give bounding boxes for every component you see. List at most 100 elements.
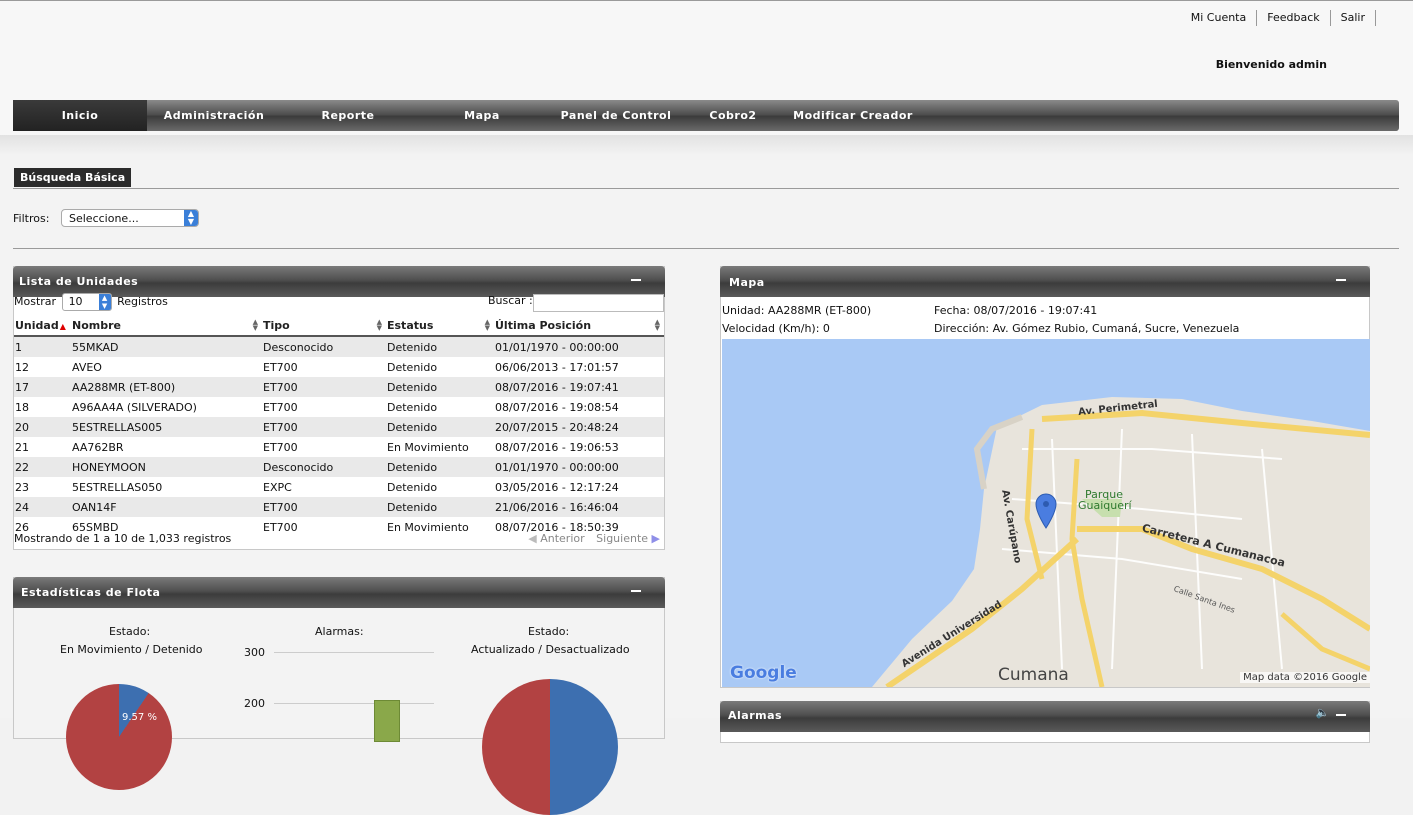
units-panel-title: Lista de Unidades — [19, 275, 139, 288]
stats-panel-title: Estadísticas de Flota — [21, 586, 161, 599]
cell-tipo: Desconocido — [262, 336, 386, 357]
cell-tipo: ET700 — [262, 357, 386, 377]
cell-ultima-posicion: 20/07/2015 - 20:48:24 — [494, 417, 664, 437]
cell-estatus: En Movimiento — [386, 437, 494, 457]
page-size-select[interactable]: 10 ▲ ▼ — [61, 293, 112, 311]
cell-unidad: 20 — [14, 417, 71, 437]
cell-estatus: Detenido — [386, 417, 494, 437]
cell-nombre: HONEYMOON — [71, 457, 262, 477]
minimize-icon[interactable] — [631, 590, 641, 592]
table-row[interactable]: 22 HONEYMOON Desconocido Detenido 01/01/1970… — [14, 457, 664, 477]
cell-ultima-posicion: 01/01/1970 - 00:00:00 — [494, 336, 664, 357]
feedback-link[interactable]: Feedback — [1257, 10, 1331, 26]
cell-nombre: 5ESTRELLAS050 — [71, 477, 262, 497]
cell-ultima-posicion: 01/01/1970 - 00:00:00 — [494, 457, 664, 477]
cell-nombre: 5ESTRELLAS005 — [71, 417, 262, 437]
cell-estatus: Detenido — [386, 457, 494, 477]
cell-estatus: Detenido — [386, 336, 494, 357]
alarms-panel-header: Alarmas 🔈 — [720, 701, 1370, 732]
table-row[interactable]: 17 AA288MR (ET-800) ET700 Detenido 08/07/201… — [14, 377, 664, 397]
alarms-panel-title: Alarmas — [728, 709, 783, 722]
alarms-chart-title: Alarmas: — [315, 625, 364, 638]
show-label: Mostrar — [14, 295, 57, 308]
table-row[interactable]: 24 OAN14F ET700 Detenido 21/06/2016 - 16:46:… — [14, 497, 664, 517]
cell-ultima-posicion: 08/07/2016 - 19:06:53 — [494, 437, 664, 457]
cell-nombre: AVEO — [71, 357, 262, 377]
stats-panel: Estadísticas de Flota Estado: En Movimie… — [13, 577, 665, 815]
tab-busqueda-basica[interactable]: Búsqueda Básica — [14, 168, 132, 187]
filters-select[interactable]: Seleccione... ▲ ▼ — [61, 209, 199, 227]
gridline — [274, 652, 434, 653]
cell-nombre: 55MKAD — [71, 336, 262, 357]
cell-tipo: ET700 — [262, 437, 386, 457]
cell-unidad: 17 — [14, 377, 71, 397]
nav-panel-de-control[interactable]: Panel de Control — [549, 100, 683, 131]
main-nav: Inicio Administración Reporte Mapa Panel… — [13, 100, 1399, 131]
table-row[interactable]: 1 55MKAD Desconocido Detenido 01/01/1970 - 0… — [14, 336, 664, 357]
cell-ultima-posicion: 21/06/2016 - 16:46:04 — [494, 497, 664, 517]
col-tipo[interactable]: Tipo ▲ ▼ — [262, 316, 386, 337]
cell-tipo: Desconocido — [262, 457, 386, 477]
table-row[interactable]: 12 AVEO ET700 Detenido 06/06/2013 - 17:01:57 — [14, 357, 664, 377]
table-row[interactable]: 18 A96AA4A (SILVERADO) ET700 Detenido 08/07/… — [14, 397, 664, 417]
map-label-parque: Parque Guaiquerí — [1078, 488, 1132, 512]
search-label: Buscar : — [488, 294, 533, 307]
nav-modificar-creador[interactable]: Modificar Creador — [783, 100, 923, 131]
nav-mapa[interactable]: Mapa — [415, 100, 549, 131]
col-ultima-posicion[interactable]: Última Posición ▲ ▼ — [494, 316, 664, 337]
chevron-updown-icon: ▲ ▼ — [98, 294, 111, 310]
minimize-icon[interactable] — [1336, 279, 1346, 281]
cell-estatus: Detenido — [386, 397, 494, 417]
col-unidad[interactable]: Unidad▲ — [14, 316, 71, 337]
nav-reporte[interactable]: Reporte — [281, 100, 415, 131]
next-button[interactable]: Siguiente — [596, 532, 648, 545]
cell-unidad: 1 — [14, 336, 71, 357]
cell-unidad: 18 — [14, 397, 71, 417]
units-panel: Lista de Unidades Mostrar 10 ▲ ▼ Registro… — [13, 266, 665, 550]
mi-cuenta-link[interactable]: Mi Cuenta — [1181, 10, 1258, 26]
map-panel: Mapa Unidad: AA288MR (ET-800) Fecha: 08/… — [720, 266, 1370, 688]
sort-icon: ▲ ▼ — [654, 318, 660, 332]
map-attribution: Map data ©2016 Google — [1240, 672, 1370, 683]
filters-label: Filtros: — [13, 212, 50, 225]
salir-link[interactable]: Salir — [1331, 10, 1376, 26]
table-row[interactable]: 21 AA762BR ET700 En Movimiento 08/07/2016 - … — [14, 437, 664, 457]
page-size-control: Mostrar 10 ▲ ▼ Registros — [14, 293, 168, 311]
sound-icon[interactable]: 🔈 — [1316, 706, 1330, 719]
stats-panel-header: Estadísticas de Flota — [13, 577, 665, 608]
col-estatus[interactable]: Estatus ▲ ▼ — [386, 316, 494, 337]
account-links: Mi Cuenta Feedback Salir — [1181, 10, 1376, 26]
estado1-title: Estado: — [109, 625, 151, 638]
nav-administracion[interactable]: Administración — [147, 100, 281, 131]
estado2-title: Estado: — [528, 625, 570, 638]
records-label: Registros — [117, 295, 168, 308]
cell-tipo: ET700 — [262, 497, 386, 517]
minimize-icon[interactable] — [631, 279, 641, 281]
y-tick-200: 200 — [244, 697, 265, 710]
filters-select-value: Seleccione... — [69, 212, 139, 225]
welcome-text: Bienvenido admin — [1215, 58, 1327, 71]
cell-unidad: 22 — [14, 457, 71, 477]
map-date: Fecha: 08/07/2016 - 19:07:41 — [934, 304, 1098, 317]
nav-inicio[interactable]: Inicio — [13, 100, 147, 131]
cell-ultima-posicion: 06/06/2013 - 17:01:57 — [494, 357, 664, 377]
table-row[interactable]: 23 5ESTRELLAS050 EXPC Detenido 03/05/2016 - … — [14, 477, 664, 497]
table-row[interactable]: 20 5ESTRELLAS005 ET700 Detenido 20/07/2015 -… — [14, 417, 664, 437]
cell-nombre: OAN14F — [71, 497, 262, 517]
cell-nombre: AA288MR (ET-800) — [71, 377, 262, 397]
minimize-icon[interactable] — [1336, 714, 1346, 716]
cell-nombre: AA762BR — [71, 437, 262, 457]
nav-cobro2[interactable]: Cobro2 — [683, 100, 783, 131]
cell-tipo: ET700 — [262, 517, 386, 537]
sort-icon: ▲ ▼ — [376, 318, 382, 332]
col-nombre[interactable]: Nombre ▲ ▼ — [71, 316, 262, 337]
pagination: ◀ Anterior Siguiente ▶ — [528, 532, 660, 545]
cell-nombre: A96AA4A (SILVERADO) — [71, 397, 262, 417]
gridline — [274, 703, 434, 704]
estado1-subtitle: En Movimiento / Detenido — [60, 643, 203, 656]
search-input[interactable] — [533, 294, 664, 312]
location-pin-icon[interactable] — [1035, 493, 1057, 529]
prev-button[interactable]: Anterior — [540, 532, 584, 545]
map-label-city: Cumana — [998, 665, 1069, 685]
map-view[interactable]: Av. Perimetral Parque Guaiquerí Av. Carú… — [722, 339, 1370, 687]
